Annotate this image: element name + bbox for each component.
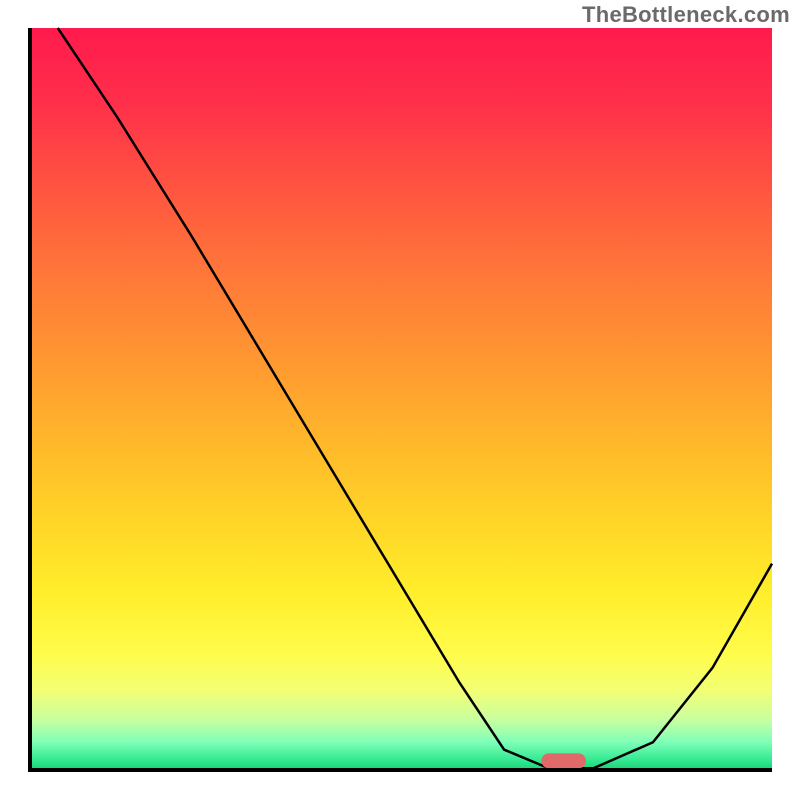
optimal-marker: [541, 753, 586, 768]
chart-container: TheBottleneck.com: [0, 0, 800, 800]
bottleneck-curve-path: [58, 28, 772, 768]
plot-area: [28, 28, 772, 772]
watermark-text: TheBottleneck.com: [582, 2, 790, 28]
chart-svg: [28, 28, 772, 772]
